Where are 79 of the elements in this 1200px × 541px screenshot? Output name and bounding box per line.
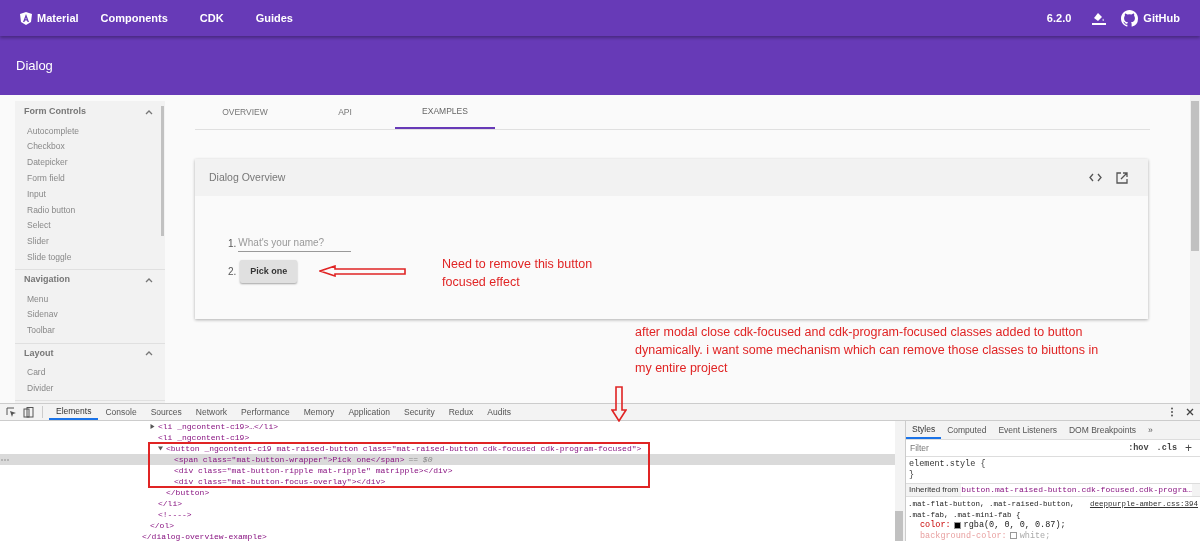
devtools-tab[interactable]: Application bbox=[341, 404, 397, 420]
class-toggle[interactable]: .cls bbox=[1156, 441, 1177, 455]
filter-field[interactable]: Filter bbox=[906, 440, 1125, 456]
style-rule-line: element.style { bbox=[909, 458, 987, 470]
color-swatch[interactable] bbox=[953, 521, 961, 529]
github-logo-icon bbox=[1121, 9, 1139, 27]
devtools-tab[interactable]: Redux bbox=[441, 404, 481, 420]
example-title: Dialog Overview bbox=[209, 169, 286, 185]
sidebar-group-header[interactable]: Layout bbox=[15, 343, 155, 364]
dom-node[interactable]: <button _ngcontent-c19 mat-raised-button class="mat-raised-button cdk-focused cdk-program-focused"> bbox=[166, 442, 642, 455]
more-options-icon[interactable] bbox=[1170, 407, 1174, 417]
dom-closing-tag: </ol> bbox=[150, 519, 174, 532]
property-value: rgba(0, 0, 0, 0.87); bbox=[963, 520, 1066, 531]
sidebar-group-header[interactable]: Navigation bbox=[15, 270, 155, 291]
tab[interactable]: API bbox=[295, 95, 395, 129]
devtools-tab[interactable]: Memory bbox=[296, 404, 342, 420]
sidebar-item[interactable]: Slide toggle bbox=[15, 249, 155, 266]
annotation-arrow bbox=[611, 386, 627, 422]
hover-state-toggle[interactable]: :hov bbox=[1128, 441, 1149, 455]
annotation-note: Need to remove this button focused effect bbox=[442, 256, 594, 291]
code-icon[interactable] bbox=[1089, 173, 1102, 182]
step-number: 1. bbox=[228, 236, 237, 251]
property-name: color: bbox=[920, 520, 951, 531]
chevron-up-icon bbox=[145, 109, 153, 115]
devtools-tab[interactable]: Security bbox=[396, 404, 442, 420]
chevron-up-icon bbox=[145, 277, 153, 283]
inspect-icon[interactable] bbox=[6, 406, 17, 418]
step-number: 2. bbox=[228, 265, 237, 279]
dom-closing-tag: </li> bbox=[158, 497, 182, 510]
nav-link[interactable]: Guides bbox=[253, 9, 295, 27]
device-toolbar-icon[interactable] bbox=[23, 406, 34, 418]
sidebar-item[interactable]: Slider bbox=[15, 233, 155, 250]
devtools-tab[interactable]: Performance bbox=[234, 404, 297, 420]
chevron-up-icon bbox=[145, 351, 153, 357]
dom-closing-tag: </dialog-overview-example> bbox=[142, 530, 267, 541]
devtools-tab[interactable]: Console bbox=[98, 404, 144, 420]
expanded-triangle-icon[interactable] bbox=[158, 446, 163, 451]
page-title: Dialog bbox=[16, 56, 53, 75]
styles-tab[interactable]: Event Listeners bbox=[992, 421, 1063, 439]
property-value: white; bbox=[1019, 530, 1051, 541]
dom-node[interactable]: <!----> bbox=[158, 508, 192, 521]
open-in-new-icon[interactable] bbox=[1116, 171, 1128, 184]
styles-tab[interactable]: Styles bbox=[906, 421, 942, 439]
dom-node[interactable]: <li _ngcontent-c19>…</li> bbox=[158, 421, 279, 433]
dom-node[interactable]: <li _ngcontent-c19> bbox=[158, 431, 250, 444]
styles-tab[interactable]: » bbox=[1142, 421, 1159, 439]
annotation-note: after modal close cdk-focused and cdk-program-focused classes added to button dynamically. i want some mechanism which can remove those classes to biuttons in my entire project bbox=[635, 324, 1100, 377]
color-swatch[interactable] bbox=[1009, 532, 1017, 540]
page-scrollbar[interactable] bbox=[1190, 95, 1200, 403]
version-label[interactable]: 6.2.0 bbox=[1046, 9, 1072, 27]
github-link[interactable]: GitHub bbox=[1121, 9, 1180, 27]
styles-tab[interactable]: Computed bbox=[941, 421, 993, 439]
tab[interactable]: OVERVIEW bbox=[195, 95, 295, 129]
panel-scrollbar[interactable] bbox=[895, 421, 905, 541]
dom-node[interactable]: <div class="mat-button-ripple mat-ripple" matripple></div> bbox=[174, 464, 453, 477]
new-rule-button[interactable]: + bbox=[1185, 441, 1192, 454]
pick-one-button[interactable]: Pick one bbox=[240, 260, 298, 283]
inherited-label: Inherited from bbox=[909, 483, 959, 496]
devtools-tab[interactable]: Network bbox=[188, 404, 234, 420]
styles-tab[interactable]: DOM Breakpoints bbox=[1062, 421, 1143, 439]
sidebar-group-header[interactable]: Form Controls bbox=[15, 102, 155, 122]
close-icon[interactable] bbox=[1186, 408, 1194, 416]
devtools-tab[interactable]: Sources bbox=[143, 404, 189, 420]
paint-bucket-icon[interactable] bbox=[1091, 10, 1108, 26]
brand-link[interactable]: Material bbox=[20, 9, 79, 27]
scrollbar-thumb[interactable] bbox=[161, 106, 164, 236]
nav-link[interactable]: CDK bbox=[197, 9, 226, 27]
shield-logo-icon bbox=[20, 11, 32, 25]
selected-marker: == $0 bbox=[408, 453, 433, 466]
collapsed-triangle-icon[interactable] bbox=[150, 424, 155, 429]
dom-node[interactable]: <span class="mat-button-wrapper">Pick one</span> bbox=[174, 453, 405, 466]
devtools-tab[interactable]: Audits bbox=[480, 404, 518, 420]
dom-closing-tag: </button> bbox=[166, 486, 210, 499]
tab[interactable]: EXAMPLES bbox=[395, 95, 495, 129]
dom-node[interactable]: <div class="mat-button-focus-overlay"></div> bbox=[174, 475, 386, 488]
name-input-field[interactable]: What's your name? bbox=[238, 234, 352, 252]
nav-link[interactable]: Components bbox=[98, 9, 170, 27]
property-name: background-color: bbox=[920, 530, 1007, 541]
style-rule-line: } bbox=[909, 469, 916, 481]
